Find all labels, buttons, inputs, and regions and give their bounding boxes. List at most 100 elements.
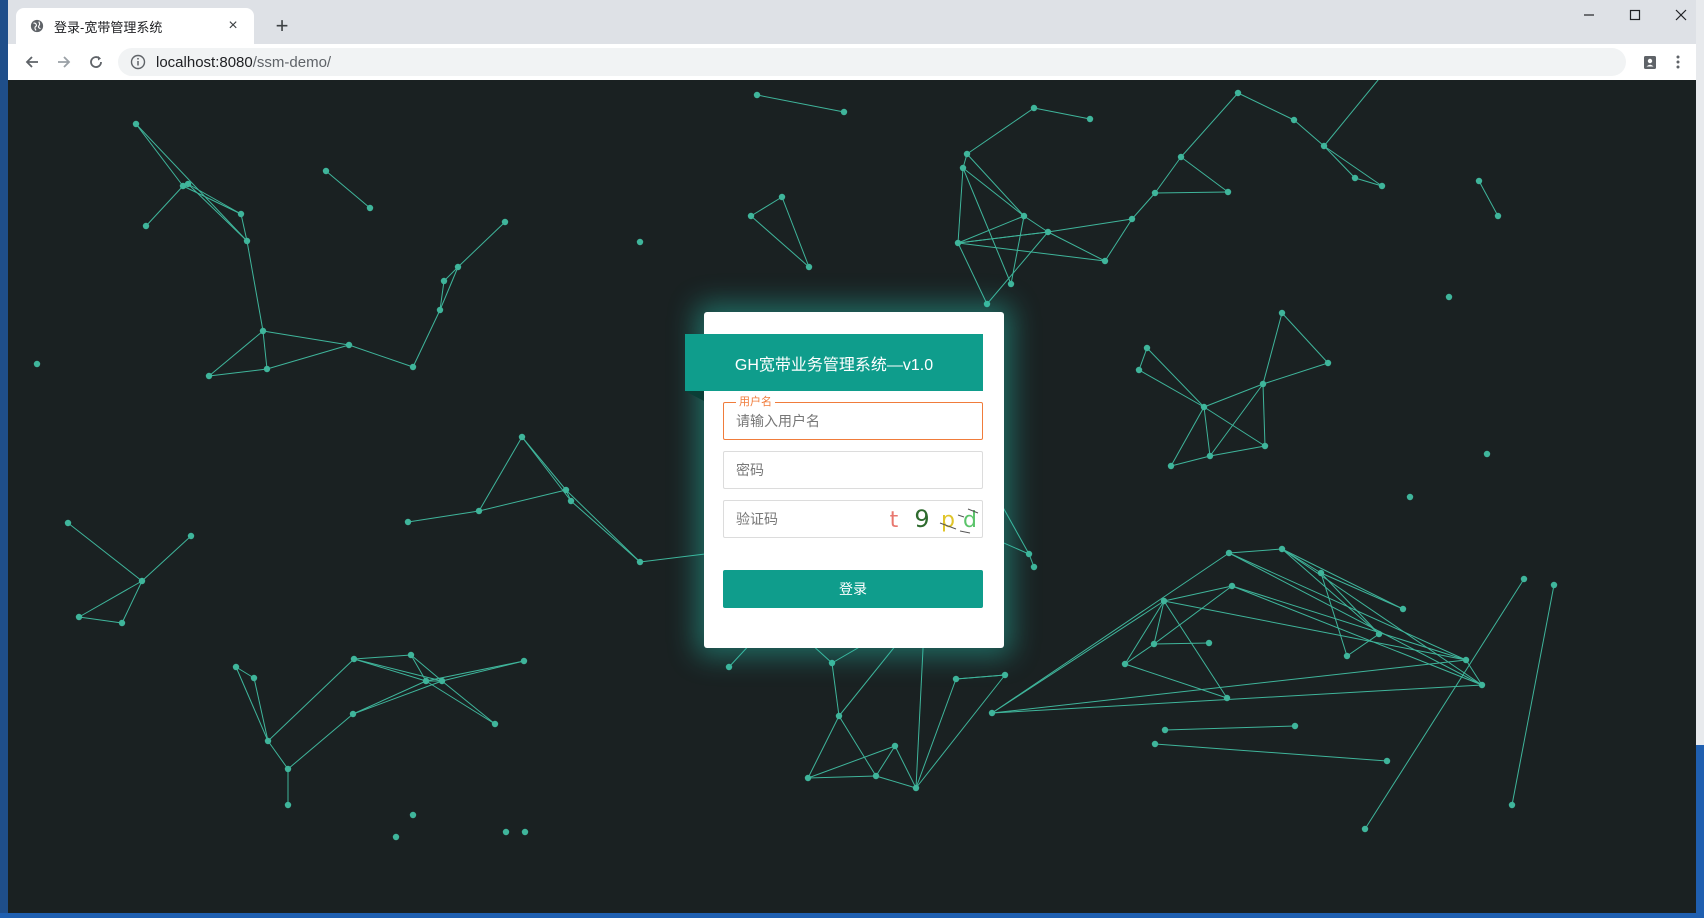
minimize-button[interactable] [1566, 0, 1612, 30]
address-bar[interactable]: localhost:8080/ssm-demo/ [118, 48, 1626, 76]
network-line [915, 674, 1006, 789]
network-line [1170, 406, 1205, 467]
network-node [1375, 630, 1383, 638]
password-input[interactable] [724, 452, 982, 488]
network-node [983, 300, 991, 308]
network-line [1180, 156, 1229, 193]
network-node [232, 663, 240, 671]
network-node [912, 784, 920, 792]
network-node [1225, 549, 1233, 557]
network-node [322, 167, 330, 175]
network-line [750, 196, 783, 217]
captcha-image[interactable]: t9pd [870, 503, 980, 535]
network-node [1177, 153, 1185, 161]
network-line [756, 94, 845, 113]
network-line [1138, 369, 1205, 408]
network-line [1209, 445, 1266, 457]
network-line [67, 522, 143, 582]
network-node [1261, 442, 1269, 450]
new-tab-button[interactable]: + [268, 12, 296, 40]
reload-icon [90, 56, 102, 68]
network-node [1030, 563, 1038, 571]
network-node [520, 657, 528, 665]
network-node [350, 655, 358, 663]
network-line [838, 715, 877, 777]
arrow-left-icon [25, 56, 38, 68]
network-line [348, 344, 414, 368]
network-node [422, 677, 430, 685]
network-node [404, 518, 412, 526]
info-icon[interactable] [130, 54, 146, 70]
network-node [518, 433, 526, 441]
minimize-icon [1584, 14, 1594, 16]
network-node [1494, 212, 1502, 220]
network-line [957, 242, 1106, 262]
network-node [1483, 450, 1491, 458]
network-node [725, 663, 733, 671]
network-node [1228, 582, 1236, 590]
network-node [1351, 174, 1359, 182]
network-node [1030, 104, 1038, 112]
network-node [952, 675, 960, 683]
network-line [1228, 552, 1467, 661]
tab-strip: 登录-宽带管理系统 × + [8, 0, 1696, 44]
network-line [1180, 92, 1239, 158]
network-node [1343, 652, 1351, 660]
network-node [438, 677, 446, 685]
network-line [267, 658, 355, 742]
network-node [1324, 359, 1332, 367]
network-node [491, 720, 499, 728]
forward-button[interactable] [50, 48, 78, 76]
url-text: localhost:8080/ssm-demo/ [156, 54, 331, 71]
network-line [1047, 231, 1106, 262]
profile-button[interactable] [1636, 48, 1664, 76]
network-line [1154, 743, 1388, 762]
close-window-button[interactable] [1658, 0, 1704, 30]
network-node [1007, 280, 1015, 288]
maximize-button[interactable] [1612, 0, 1658, 30]
close-tab-icon[interactable]: × [222, 15, 244, 37]
network-node [1224, 188, 1232, 196]
network-node [366, 204, 374, 212]
network-line [352, 680, 443, 715]
network-node [567, 497, 575, 505]
network-node [835, 712, 843, 720]
system-title: GH宽带业务管理系统—v1.0 [685, 334, 983, 391]
tab-login[interactable]: 登录-宽带管理系统 × [16, 8, 254, 44]
network-line [141, 535, 192, 582]
network-line [986, 231, 1049, 305]
network-node [840, 108, 848, 116]
network-line [1231, 585, 1467, 661]
network-line [1163, 600, 1467, 661]
captcha-field: t9pd [723, 500, 983, 538]
menu-button[interactable] [1664, 48, 1692, 76]
network-node [259, 327, 267, 335]
network-line [1281, 312, 1329, 364]
network-line [1153, 642, 1210, 645]
network-line [962, 167, 1025, 217]
network-line [1164, 725, 1296, 731]
network-node [753, 91, 761, 99]
network-line [208, 368, 268, 377]
network-node [263, 365, 271, 373]
network-node [1399, 605, 1407, 613]
network-node [75, 613, 83, 621]
network-line [957, 167, 964, 244]
back-button[interactable] [18, 48, 46, 76]
network-node [284, 765, 292, 773]
network-node [1206, 452, 1214, 460]
network-line [1228, 552, 1483, 686]
network-line [991, 684, 1483, 714]
network-node [1378, 182, 1386, 190]
login-button[interactable]: 登录 [723, 570, 983, 608]
reload-button[interactable] [82, 48, 110, 76]
network-line [955, 674, 1006, 680]
network-node [1020, 212, 1028, 220]
network-line [1281, 548, 1380, 635]
network-node [1550, 581, 1558, 589]
network-line [425, 680, 496, 725]
network-line [325, 170, 371, 209]
tab-title: 登录-宽带管理系统 [54, 19, 163, 35]
network-line [182, 185, 242, 215]
network-line [478, 436, 523, 512]
